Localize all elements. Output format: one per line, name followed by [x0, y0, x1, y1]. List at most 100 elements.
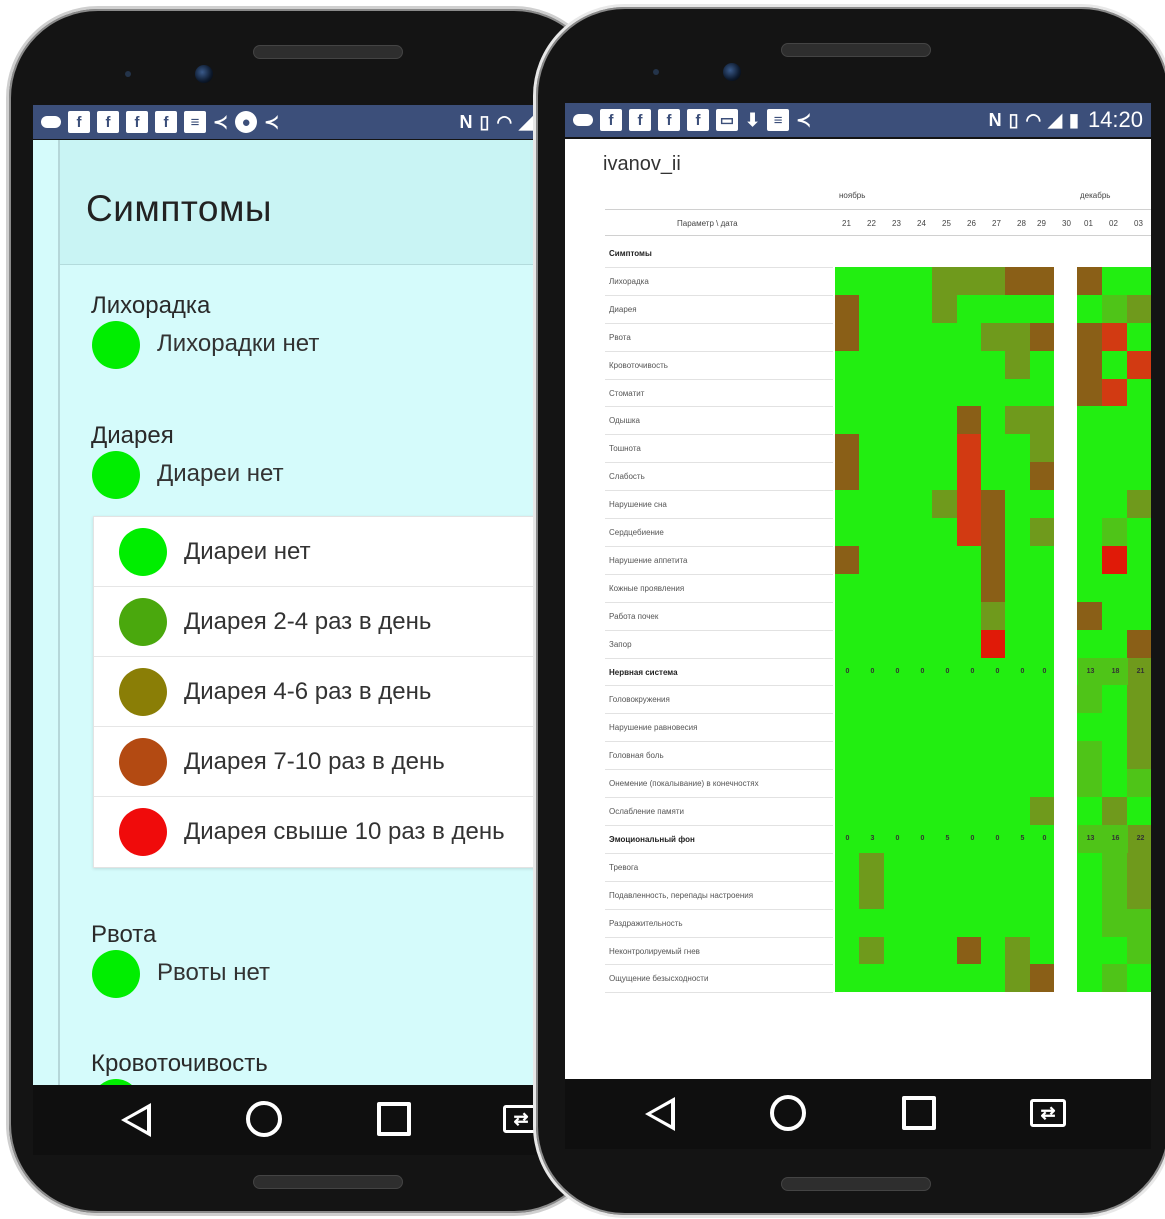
symptom-value-vomiting[interactable]: Рвоты нет — [157, 959, 270, 987]
heatmap-cell — [1077, 852, 1103, 881]
heatmap-cell — [956, 406, 982, 435]
heatmap-cell — [932, 266, 958, 295]
row-divider — [605, 573, 833, 575]
fever-status-dot[interactable] — [92, 321, 140, 369]
heatmap-cell — [981, 629, 1006, 658]
row-divider — [605, 266, 833, 268]
heatmap-cell — [1077, 769, 1103, 798]
heatmap-cell — [1127, 573, 1151, 602]
report-screen: ivanov_ii ноябрь декабрь Параметр \ дата… — [565, 139, 1151, 1079]
heatmap-cell — [1127, 769, 1151, 798]
heatmap-cell — [956, 350, 982, 379]
symptom-value-fever[interactable]: Лихорадки нет — [157, 330, 319, 358]
parameter-label: Ослабление памяти — [609, 807, 684, 816]
heatmap-cell — [1127, 378, 1151, 407]
row-divider — [605, 908, 833, 910]
heatmap-cell — [932, 462, 958, 491]
heatmap-cell — [1102, 741, 1128, 770]
heatmap-cell — [908, 769, 933, 798]
parameter-label: Тревога — [609, 862, 639, 872]
heatmap-cell — [908, 462, 933, 491]
heatmap-cell — [1077, 490, 1103, 519]
diarrhea-status-dot[interactable] — [92, 451, 140, 499]
heatmap-cell — [1077, 713, 1103, 742]
status-time: 14:20 — [1087, 107, 1143, 132]
heatmap-cell — [835, 378, 860, 407]
heatmap-cell — [981, 713, 1006, 742]
heatmap-cell — [1102, 378, 1128, 407]
heatmap-cell — [1077, 434, 1103, 463]
heatmap-cell — [1005, 406, 1031, 435]
heatmap-cell — [1029, 769, 1055, 798]
summary-score: 0 — [945, 668, 950, 675]
parameter-label: Рвота — [609, 332, 631, 342]
date-header: 01 — [1084, 219, 1093, 228]
heatmap-cell — [1127, 713, 1151, 742]
heatmap-cell — [883, 434, 909, 463]
heatmap-cell — [908, 685, 933, 714]
heatmap-cell — [859, 434, 885, 463]
section-label: Нервная система — [609, 667, 678, 677]
heatmap-cell — [1102, 490, 1128, 519]
severity-dot — [119, 808, 167, 856]
heatmap-cell — [956, 545, 982, 574]
heatmap-cell — [1029, 629, 1055, 658]
heatmap-cell — [883, 573, 909, 602]
heatmap-cell — [1077, 797, 1103, 825]
heatmap-cell — [932, 880, 958, 909]
heatmap-cell — [1077, 908, 1103, 937]
heatmap-cell — [883, 629, 909, 658]
heatmap-cell — [835, 741, 860, 770]
symptom-label-fever: Лихорадка — [91, 292, 211, 319]
severity-dot — [119, 528, 167, 576]
parameter-label: Лихорадка — [609, 276, 649, 286]
row-divider — [605, 350, 833, 352]
recent-apps-button[interactable] — [377, 1102, 411, 1136]
home-button[interactable] — [246, 1101, 282, 1137]
heatmap-cell — [1029, 266, 1055, 295]
heatmap-cell — [1102, 462, 1128, 491]
summary-score: 0 — [995, 668, 1000, 675]
heatmap-cell — [956, 434, 982, 463]
heatmap-cell — [1029, 294, 1055, 323]
diarrhea-option[interactable]: Диарея 4-6 раз в день — [94, 657, 541, 727]
chat-icon: ● — [235, 111, 258, 133]
symptom-value-diarrhea[interactable]: Диареи нет — [157, 460, 284, 488]
heatmap-cell — [981, 462, 1006, 491]
status-bar: f f f f ▭ ⬇ ≡ ≺ N ▯ ◠ ◢ ▮ 14:20 — [565, 103, 1151, 137]
diarrhea-option[interactable]: Диарея свыше 10 раз в день — [94, 797, 541, 867]
heatmap-cell — [859, 769, 885, 798]
back-button[interactable] — [121, 1103, 151, 1137]
heatmap-cell — [981, 294, 1006, 323]
heatmap-cell — [1005, 601, 1031, 630]
heatmap-cell — [956, 266, 982, 295]
row-divider — [605, 936, 833, 938]
diarrhea-option[interactable]: Диареи нет — [94, 517, 541, 587]
heatmap-cell — [859, 797, 885, 825]
diarrhea-option[interactable]: Диарея 7-10 раз в день — [94, 727, 541, 797]
parameter-label: Кровоточивость — [609, 360, 668, 370]
heatmap-cell — [908, 629, 933, 658]
back-button[interactable] — [645, 1097, 675, 1131]
heatmap-cell — [1077, 378, 1103, 407]
heatmap-cell — [956, 769, 982, 798]
row-divider — [605, 462, 833, 464]
home-button[interactable] — [770, 1095, 806, 1131]
diarrhea-option[interactable]: Диарея 2-4 раз в день — [94, 587, 541, 657]
recent-apps-button[interactable] — [902, 1096, 936, 1130]
parameter-label: Головокружения — [609, 695, 670, 705]
heatmap-cell — [859, 880, 885, 909]
document-icon: ≡ — [767, 109, 790, 131]
heatmap-cell — [908, 964, 933, 993]
back-icon — [645, 1097, 675, 1131]
screen-header: Симптомы — [60, 140, 541, 265]
rotate-button[interactable]: ⇄ — [1030, 1099, 1066, 1127]
heatmap-cell — [883, 908, 909, 937]
option-label: Диарея 4-6 раз в день — [184, 678, 432, 705]
row-divider — [605, 434, 833, 436]
symptom-label-vomiting: Рвота — [91, 921, 157, 948]
vomiting-status-dot[interactable] — [92, 950, 140, 998]
heatmap-cell — [1102, 880, 1128, 909]
diarrhea-options-list: Диареи нет Диарея 2-4 раз в день Диарея … — [93, 516, 541, 868]
summary-score: 0 — [995, 835, 1000, 843]
